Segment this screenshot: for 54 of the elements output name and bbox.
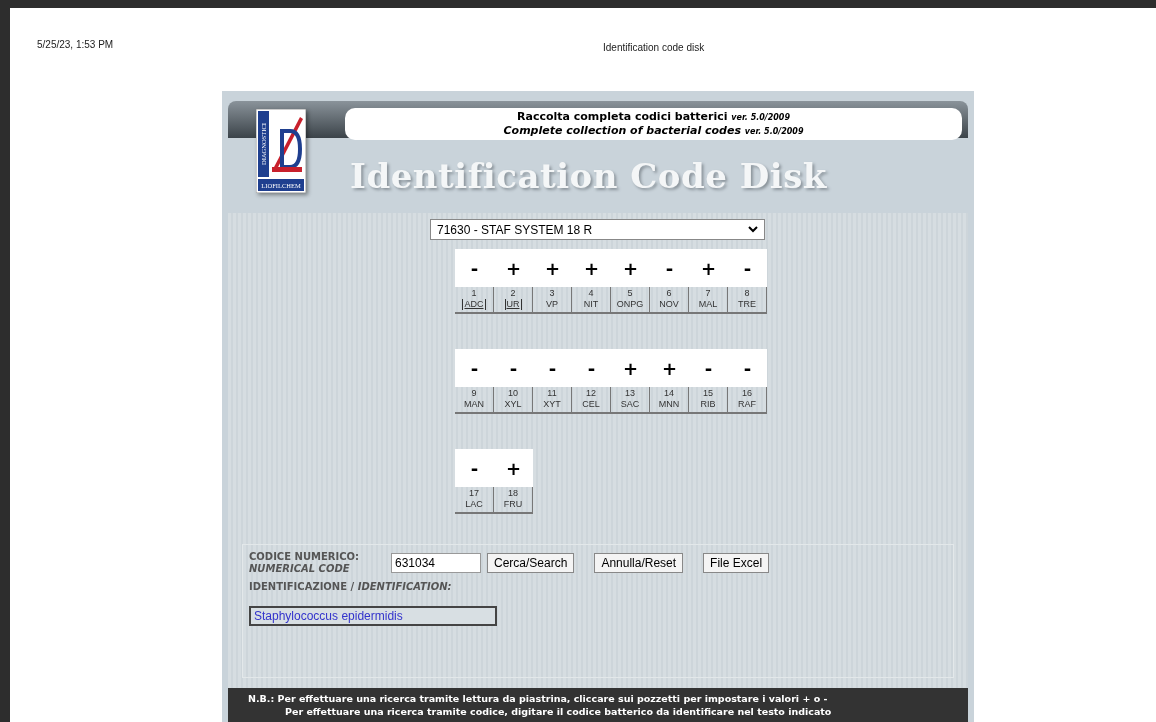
test-code: MAL (698, 299, 718, 310)
test-number: 18 (508, 488, 518, 499)
test-code: SAC (620, 399, 640, 410)
test-code: RAF (738, 399, 756, 410)
test-number: 2 (510, 288, 516, 299)
note-text: N.B.: Per effettuare una ricerca tramite lettura da piastrina, cliccare sui pozzetti per impostare i valori + o - (248, 692, 829, 705)
code-input[interactable]: 631034 (391, 553, 481, 573)
test-code: XYL (504, 399, 522, 410)
test-code: VP (546, 299, 558, 310)
test-number: 11 (547, 388, 557, 399)
test-number: 15 (703, 388, 713, 399)
test-number: 12 (586, 388, 596, 399)
note-text: Per effettuare una ricerca tramite codice, digitare il codice batterico da identificare nel testo indicato (284, 705, 833, 718)
identification-label-english: IDENTIFICATION: (357, 581, 452, 592)
test-code: XYT (543, 399, 561, 410)
print-date: 5/25/23, 1:53 PM (37, 39, 114, 50)
app-title: Identification Code Disk (350, 156, 827, 196)
chevron-down-icon (748, 226, 758, 233)
test-number: 9 (471, 388, 477, 399)
subtitle-italian: Raccolta completa codici batterici ver. 5.0/2009 (517, 110, 790, 124)
test-code: LAC (465, 499, 483, 510)
test-number: 8 (744, 288, 750, 299)
test-code: ONPG (616, 299, 644, 310)
test-number: 1 (471, 288, 477, 299)
action-button[interactable]: Annulla/Reset (594, 553, 684, 573)
page-title: Identification code disk (603, 42, 705, 53)
test-number: 6 (666, 288, 672, 299)
test-code: ADC (462, 299, 486, 310)
test-code: TRE (738, 299, 756, 310)
test-number: 13 (625, 388, 635, 399)
test-number: 5 (627, 288, 633, 299)
test-code: MAN (464, 399, 484, 410)
system-dropdown[interactable]: 71630 - STAF SYSTEM 18 R (430, 219, 765, 240)
test-code: UR (504, 299, 522, 310)
action-button[interactable]: File Excel (703, 553, 770, 573)
test-number: 17 (469, 488, 479, 499)
action-button[interactable]: Cerca/Search (487, 553, 575, 573)
test-number: 10 (508, 388, 518, 399)
test-number: 7 (705, 288, 711, 299)
test-number: 3 (549, 288, 555, 299)
test-code: MNN (658, 399, 680, 410)
test-number: 14 (664, 388, 674, 399)
identification-result: Staphylococcus epidermidis (249, 606, 497, 626)
subtitle-english: Complete collection of bacterial codes ver. 5.0/2009 (503, 124, 804, 138)
test-code: NOV (659, 299, 679, 310)
test-code: FRU (503, 499, 523, 510)
code-label: CODICE NUMERICO: (249, 551, 361, 563)
test-code: NIT (583, 299, 599, 310)
test-code: CEL (582, 399, 600, 410)
code-label-english: NUMERICAL CODE (249, 563, 351, 575)
test-number: 4 (588, 288, 594, 299)
test-number: 16 (742, 388, 752, 399)
test-code: RIB (700, 399, 716, 410)
identification-label: IDENTIFICAZIONE / (249, 581, 355, 592)
